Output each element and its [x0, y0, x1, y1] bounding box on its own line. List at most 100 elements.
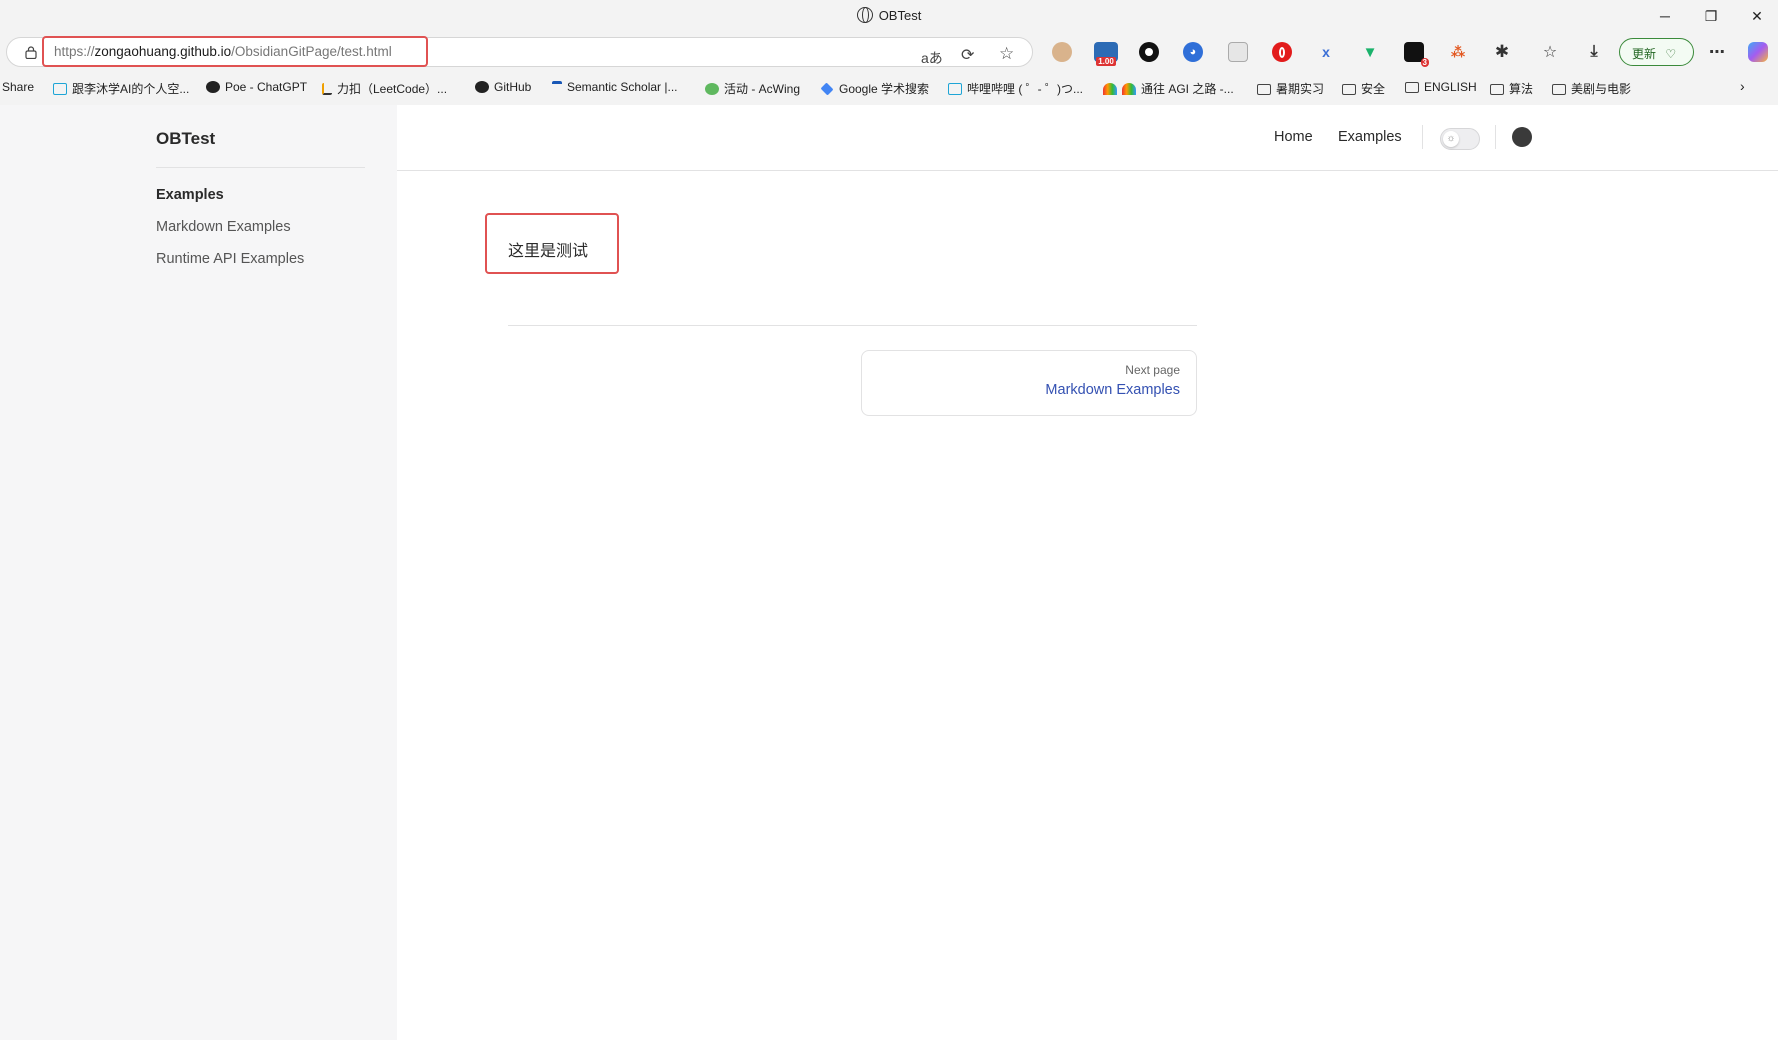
bookmark-acwing[interactable]: 活动 - AcWing [705, 80, 800, 97]
nav-home[interactable]: Home [1274, 129, 1313, 145]
folder-icon [1490, 84, 1504, 95]
bookmark-folder-internship[interactable]: 暑期实习 [1257, 80, 1324, 97]
video-speed-icon[interactable]: 1.00 [1094, 42, 1118, 66]
bookmark-label: 哔哩哔哩 ( ゜- ゜)つ... [967, 82, 1083, 96]
copilot-icon[interactable] [1748, 42, 1768, 62]
pager-label: Next page [1125, 363, 1180, 377]
bookmark-folder-security[interactable]: 安全 [1342, 80, 1385, 97]
bookmark-leetcode[interactable]: 力扣（LeetCode）... [322, 80, 447, 97]
read-aloud-icon[interactable]: aあ [921, 48, 943, 68]
next-page-link[interactable]: Next page Markdown Examples [861, 350, 1197, 416]
url-text[interactable]: https://zongaohuang.github.io/ObsidianGi… [54, 44, 392, 59]
heart-pulse-icon: ♡ [1665, 47, 1677, 61]
globe-icon [856, 7, 873, 23]
sidebar-item-runtime-api-examples[interactable]: Runtime API Examples [156, 251, 304, 267]
bookmark-label: Google 学术搜索 [839, 82, 930, 96]
url-prefix: https:// [54, 44, 95, 59]
rainbow-icon [1122, 83, 1136, 95]
page-viewport: OBTest Examples Markdown Examples Runtim… [0, 105, 1778, 1040]
downloads-icon[interactable]: ⤓ [1584, 42, 1604, 62]
bookmark-label: 通往 AGI 之路 -... [1141, 82, 1234, 96]
badge-extension-icon[interactable]: 3 [1404, 42, 1429, 67]
site-title[interactable]: OBTest [156, 129, 215, 149]
update-button-label: 更新 [1632, 47, 1657, 61]
count-badge: 3 [1420, 58, 1429, 67]
nav-divider [1422, 125, 1423, 149]
bookmark-share[interactable]: Share [2, 80, 34, 94]
url-path: /ObsidianGitPage/test.html [231, 44, 392, 59]
bookmark-github[interactable]: GitHub [475, 80, 531, 94]
leetcode-icon [322, 83, 332, 95]
bookmarks-bar: Share 跟李沐学AI的个人空... Poe - ChatGPT 力扣（Lee… [0, 72, 1778, 104]
bookmark-label: Poe - ChatGPT [225, 80, 308, 94]
pager-title: Markdown Examples [1045, 382, 1180, 398]
bookmark-folder-english[interactable]: ENGLISH [1405, 80, 1477, 94]
content-divider [508, 325, 1197, 326]
close-window-button[interactable]: ✕ [1734, 0, 1778, 32]
opera-ring [1279, 46, 1285, 58]
sidebar: OBTest Examples Markdown Examples Runtim… [0, 105, 397, 1040]
translate-x-icon[interactable]: x [1316, 42, 1336, 62]
bookmark-label: Share [2, 80, 35, 94]
avatar-extension-icon[interactable] [1052, 42, 1072, 62]
top-nav: Home Examples ☼ [397, 105, 1778, 171]
bookmark-semantic-scholar[interactable]: Semantic Scholar |... [552, 80, 678, 94]
bookmark-agi[interactable]: 通往 AGI 之路 -... [1103, 80, 1234, 97]
chat-extension-icon[interactable]: ◕ [1183, 42, 1203, 62]
semantic-scholar-icon [552, 81, 562, 93]
bookmark-poe[interactable]: Poe - ChatGPT [206, 80, 307, 94]
nav-examples[interactable]: Examples [1338, 129, 1402, 145]
bookmark-google-scholar[interactable]: Google 学术搜索 [820, 80, 929, 97]
bookmark-label: 暑期实习 [1276, 82, 1325, 96]
theme-toggle[interactable]: ☼ [1440, 128, 1480, 150]
rainbow-icon [1103, 83, 1117, 95]
nav-divider [1495, 125, 1496, 149]
more-menu-icon[interactable]: ⋯ [1707, 42, 1727, 62]
window-title-text: OBTest [878, 8, 922, 23]
update-button[interactable]: 更新 ♡ [1619, 38, 1694, 66]
bookmark-label: 活动 - AcWing [724, 82, 801, 96]
sun-icon: ☼ [1443, 131, 1459, 147]
content-paragraph: 这里是测试 [508, 243, 589, 260]
chevron-right-icon[interactable]: › [1740, 78, 1745, 94]
warning-extension-icon[interactable]: ⁂ [1448, 42, 1468, 62]
bookmark-folder-movies[interactable]: 美剧与电影 [1552, 80, 1631, 97]
github-icon[interactable] [1512, 127, 1532, 147]
restore-button[interactable]: ❐ [1688, 0, 1734, 32]
lock-icon[interactable] [25, 46, 37, 59]
bookmark-bilibili-limu[interactable]: 跟李沐学AI的个人空... [53, 80, 189, 97]
vue-devtools-icon[interactable]: ▼ [1360, 42, 1380, 62]
minimize-button[interactable]: ─ [1642, 0, 1688, 32]
circle-dot [1145, 48, 1153, 56]
bookmark-folder-algorithms[interactable]: 算法 [1490, 80, 1533, 97]
bilibili-icon [53, 83, 67, 95]
poe-icon [206, 81, 220, 93]
folder-icon [1257, 84, 1271, 95]
google-scholar-icon [820, 82, 834, 96]
bookmark-bilibili[interactable]: 哔哩哔哩 ( ゜- ゜)つ... [948, 80, 1083, 97]
speed-badge: 1.00 [1096, 57, 1116, 66]
circle-extension-icon[interactable] [1139, 42, 1159, 62]
bookmark-label: 安全 [1361, 82, 1386, 96]
window-title: OBTest [0, 7, 1778, 23]
opera-extension-icon[interactable] [1272, 42, 1292, 62]
bookmark-label: 跟李沐学AI的个人空... [72, 82, 190, 96]
bilibili-icon [948, 83, 962, 95]
folder-icon [1405, 82, 1419, 93]
bookmark-label: GitHub [494, 80, 532, 94]
refresh-page-icon[interactable]: ⟳ [961, 45, 974, 65]
bookmark-label: 力扣（LeetCode）... [337, 82, 448, 96]
url-host: zongaohuang.github.io [94, 44, 232, 59]
document-extension-icon[interactable] [1228, 42, 1248, 62]
folder-icon [1342, 84, 1356, 95]
favorites-icon[interactable]: ☆ [1540, 42, 1560, 62]
bookmark-label: ENGLISH [1424, 80, 1477, 94]
sidebar-group-examples: Examples [156, 187, 224, 203]
extensions-puzzle-icon[interactable]: ✱ [1492, 42, 1512, 62]
bookmark-label: 算法 [1509, 82, 1534, 96]
bookmark-label: 美剧与电影 [1571, 82, 1632, 96]
sidebar-item-markdown-examples[interactable]: Markdown Examples [156, 219, 291, 235]
favorite-star-icon[interactable]: ☆ [999, 44, 1014, 64]
sidebar-divider [156, 167, 365, 168]
github-icon [475, 81, 489, 93]
